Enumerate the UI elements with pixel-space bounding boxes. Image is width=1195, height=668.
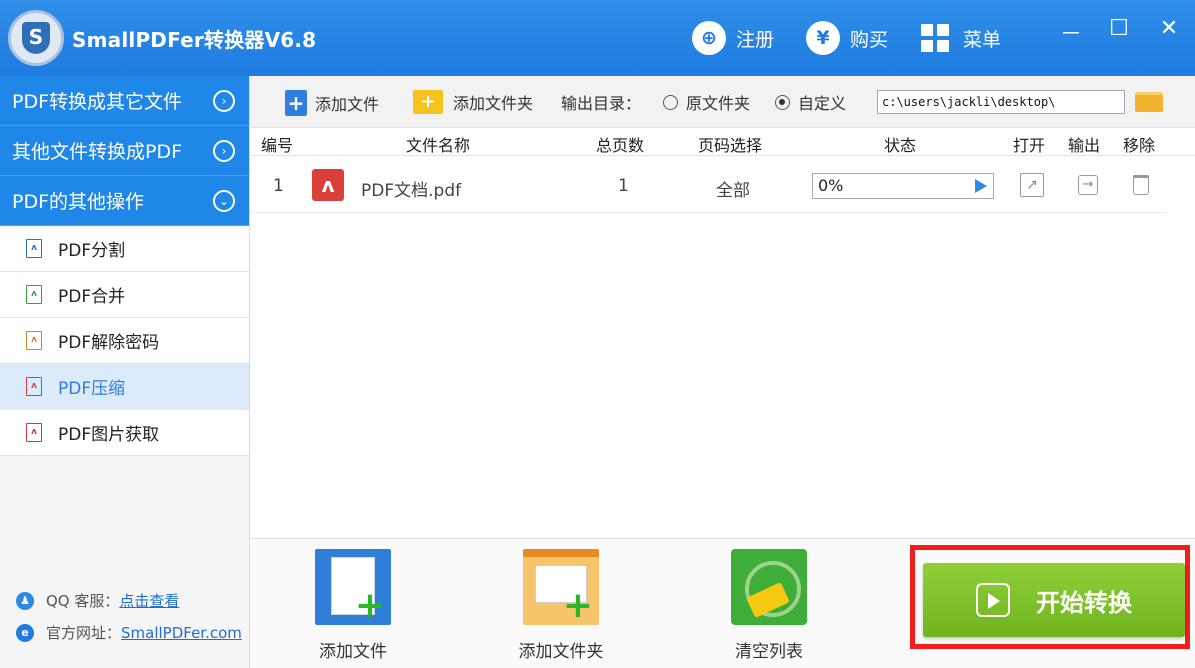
sidebar-item-label: PDF分割 xyxy=(58,241,126,261)
add-folder-icon: + xyxy=(523,549,599,625)
add-folder-icon: + xyxy=(413,90,443,114)
title-bar: S SmallPDFer转换器V6.8 ⊕ 注册 ¥ 购买 菜单 － ☐ ✕ xyxy=(0,0,1195,76)
col-pages: 总页数 xyxy=(596,136,645,155)
output-icon[interactable]: → xyxy=(1078,175,1098,195)
radio-custom-label: 自定义 xyxy=(798,94,847,113)
sidebar-item-pdf-image-extract[interactable]: ʌ PDF图片获取 xyxy=(0,410,249,456)
app-title: SmallPDFer转换器V6.8 xyxy=(72,28,317,52)
status-progress: 0% xyxy=(812,173,994,199)
bottom-add-file-label: 添加文件 xyxy=(319,642,387,662)
chevron-right-icon: › xyxy=(213,89,235,112)
pdf-file-icon: ʌ xyxy=(26,239,42,258)
menu-label: 菜单 xyxy=(963,28,1002,51)
qq-support: ♟ QQ 客服： 点击查看 xyxy=(16,590,179,611)
open-external-icon[interactable]: ↗ xyxy=(1020,173,1044,197)
user-add-icon: ⊕ xyxy=(692,21,726,55)
grid-menu-icon xyxy=(921,24,949,52)
chevron-right-icon: › xyxy=(213,139,235,162)
row-index: 1 xyxy=(273,176,284,196)
play-icon xyxy=(976,583,1010,617)
col-index: 编号 xyxy=(261,136,294,155)
output-path-field[interactable]: c:\users\jackli\desktop\ xyxy=(877,90,1125,114)
sidebar-item-label: PDF压缩 xyxy=(58,379,126,399)
yen-icon: ¥ xyxy=(806,21,840,55)
site-label: 官方网址： xyxy=(46,624,122,642)
qq-label: QQ 客服： xyxy=(46,592,120,610)
add-folder-button[interactable]: + 添加文件夹 xyxy=(413,90,533,114)
file-table-header: 编号 文件名称 总页数 页码选择 状态 打开 输出 移除 xyxy=(251,128,1195,156)
radio-icon xyxy=(663,94,678,110)
register-button[interactable]: ⊕ 注册 xyxy=(692,20,774,56)
app-logo: S xyxy=(8,10,64,66)
category-label: PDF的其他操作 xyxy=(12,191,145,213)
category-other-to-pdf[interactable]: 其他文件转换成PDF › xyxy=(0,126,249,176)
minimize-button[interactable]: － xyxy=(1056,16,1086,48)
col-page-select: 页码选择 xyxy=(698,136,763,155)
sidebar-item-pdf-merge[interactable]: ʌ PDF合并 xyxy=(0,272,249,318)
category-pdf-to-other[interactable]: PDF转换成其它文件 › xyxy=(0,76,249,126)
pdf-file-icon: ʌ xyxy=(26,331,42,350)
browse-folder-icon[interactable] xyxy=(1135,92,1163,112)
qq-link[interactable]: 点击查看 xyxy=(119,590,179,611)
pdf-file-icon: ʌ xyxy=(26,423,42,442)
col-output: 输出 xyxy=(1068,136,1101,155)
bottom-panel: + 添加文件 + 添加文件夹 清空列表 开始转换 xyxy=(251,538,1195,668)
register-label: 注册 xyxy=(736,28,775,51)
row-filename: PDF文档.pdf xyxy=(361,181,462,201)
radio-custom-folder[interactable]: 自定义 xyxy=(775,90,846,114)
bottom-add-file-button[interactable]: + 添加文件 xyxy=(298,549,408,662)
start-convert-button[interactable]: 开始转换 xyxy=(923,563,1185,637)
sidebar-item-label: PDF图片获取 xyxy=(58,425,160,445)
maximize-button[interactable]: ☐ xyxy=(1104,16,1134,41)
add-folder-label: 添加文件夹 xyxy=(453,94,534,113)
official-site: e 官方网址： SmallPDFer.com xyxy=(16,622,242,643)
radio-original-folder[interactable]: 原文件夹 xyxy=(663,90,750,114)
sidebar-item-pdf-split[interactable]: ʌ PDF分割 xyxy=(0,226,249,272)
broom-icon xyxy=(731,549,807,625)
output-dir-label: 输出目录： xyxy=(561,94,642,113)
col-status: 状态 xyxy=(884,136,917,155)
pdf-file-icon: ʌ xyxy=(26,285,42,304)
trash-icon[interactable] xyxy=(1133,175,1149,195)
chevron-down-icon: ⌄ xyxy=(213,189,235,212)
buy-label: 购买 xyxy=(850,28,889,51)
bottom-add-folder-button[interactable]: + 添加文件夹 xyxy=(506,549,616,662)
row-pages: 1 xyxy=(618,176,629,196)
play-icon[interactable] xyxy=(975,179,987,193)
add-file-label: 添加文件 xyxy=(315,95,380,114)
qq-penguin-icon: ♟ xyxy=(16,591,34,610)
col-remove: 移除 xyxy=(1123,136,1156,155)
category-label: PDF转换成其它文件 xyxy=(12,91,183,113)
ie-browser-icon: e xyxy=(16,623,34,642)
clear-list-label: 清空列表 xyxy=(735,642,803,662)
toolbar: + 添加文件 + 添加文件夹 输出目录： 原文件夹 自定义 c:\users\j… xyxy=(251,76,1195,128)
category-pdf-other-ops[interactable]: PDF的其他操作 ⌄ xyxy=(0,176,249,226)
table-row[interactable]: 1 ʌ PDF文档.pdf 1 全部 0% ↗ → xyxy=(251,157,1167,213)
sidebar-item-label: PDF合并 xyxy=(58,287,126,307)
add-file-icon: + xyxy=(285,90,307,116)
col-filename: 文件名称 xyxy=(406,136,471,155)
clear-list-button[interactable]: 清空列表 xyxy=(714,549,824,662)
radio-checked-icon xyxy=(775,94,790,110)
shield-logo-icon: S xyxy=(22,22,50,54)
menu-button[interactable]: 菜单 xyxy=(921,20,1001,56)
category-label: 其他文件转换成PDF xyxy=(12,141,183,163)
buy-button[interactable]: ¥ 购买 xyxy=(806,20,888,56)
add-file-icon: + xyxy=(315,549,391,625)
start-convert-label: 开始转换 xyxy=(1036,588,1132,617)
close-button[interactable]: ✕ xyxy=(1154,16,1184,41)
col-open: 打开 xyxy=(1013,136,1046,155)
status-percent: 0% xyxy=(818,176,844,195)
pdf-file-icon: ʌ xyxy=(26,377,42,396)
sidebar-item-label: PDF解除密码 xyxy=(58,333,160,353)
row-page-select[interactable]: 全部 xyxy=(716,176,750,201)
sidebar-item-pdf-unlock[interactable]: ʌ PDF解除密码 xyxy=(0,318,249,364)
radio-original-label: 原文件夹 xyxy=(686,94,751,113)
bottom-add-folder-label: 添加文件夹 xyxy=(518,642,604,662)
site-link[interactable]: SmallPDFer.com xyxy=(121,624,242,642)
sidebar: PDF转换成其它文件 › 其他文件转换成PDF › PDF的其他操作 ⌄ ʌ P… xyxy=(0,76,250,668)
pdf-file-icon: ʌ xyxy=(312,169,344,201)
add-file-button[interactable]: + 添加文件 xyxy=(285,90,379,116)
sidebar-item-pdf-compress[interactable]: ʌ PDF压缩 xyxy=(0,364,249,410)
